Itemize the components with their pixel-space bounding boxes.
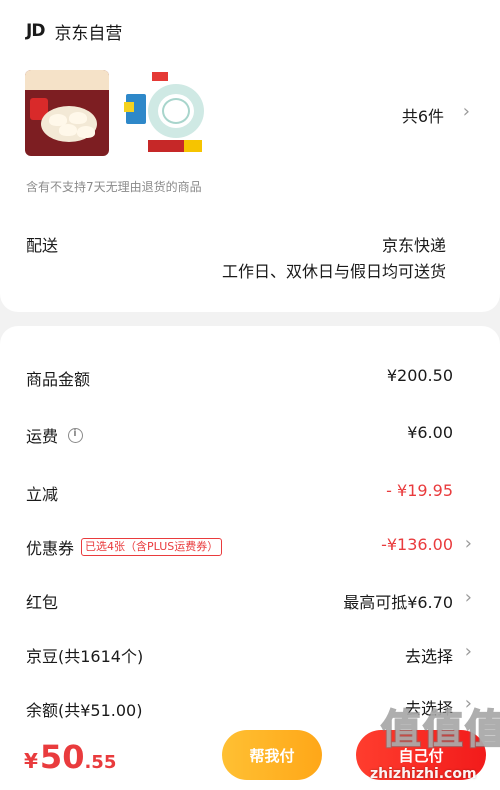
tape-label-accent (184, 140, 202, 152)
help-me-pay-button[interactable]: 帮我付 (222, 730, 322, 780)
dumpling-shape (77, 126, 95, 138)
currency-symbol: ¥ (24, 749, 38, 773)
goods-amount-label-text: 商品金额 (26, 370, 91, 389)
dumpling-shape (59, 124, 77, 136)
tape-roll-core (162, 98, 190, 124)
store-name: 京东自营 (54, 23, 123, 44)
watermark-logo: 值 值 值 (380, 700, 500, 754)
watermark-url: zhizhizhi.com (370, 766, 477, 782)
coupon-selected-tag: 已选4张（含PLUS运费券） (81, 538, 223, 556)
red-packet-label: 红包 (26, 589, 58, 613)
jd-beans-label: 京豆(共1614个) (26, 643, 143, 667)
red-packet-label-text: 红包 (26, 593, 59, 612)
order-items-card: JD 京东自营 共6件 › 含有不支持7天无理由退货的商品 配送 京东快递 工作… (0, 0, 500, 312)
item-count[interactable]: 共6件 (402, 103, 444, 127)
coupon-value[interactable]: -¥136.00 (381, 535, 453, 554)
tape-package-accent (124, 102, 134, 112)
instant-discount-value: - ¥19.95 (386, 481, 453, 500)
instant-discount-label: 立减 (26, 481, 58, 505)
goods-amount-label: 商品金额 (26, 366, 90, 390)
jd-beans-label-text: 京豆(共1614个) (26, 647, 144, 666)
watermark-char: 值 (380, 706, 422, 754)
total-price: ¥ 50 .55 (24, 738, 116, 776)
coupon-row[interactable]: 优惠券 已选4张（含PLUS运费券） (26, 535, 223, 559)
price-integer: 50 (39, 738, 85, 776)
dumpling-banner (25, 70, 109, 90)
return-policy-notice: 含有不支持7天无理由退货的商品 (26, 180, 202, 194)
brand-badge (152, 72, 168, 81)
balance-label-text: 余额(共¥51.00) (26, 701, 143, 720)
jd-beans-value[interactable]: 去选择 (405, 643, 453, 667)
shipping-carrier[interactable]: 京东快递 (382, 232, 446, 256)
product-thumbnail-tape[interactable] (122, 70, 206, 156)
coupon-label: 优惠券 (26, 539, 75, 558)
chevron-right-icon[interactable]: › (463, 101, 470, 122)
info-icon[interactable] (68, 427, 84, 443)
shipping-label: 配送 (26, 236, 59, 255)
jd-logo: JD (26, 21, 45, 41)
shipping-time-note[interactable]: 工作日、双休日与假日均可送货 (222, 258, 446, 282)
balance-label: 余额(共¥51.00) (26, 697, 142, 721)
dumpling-shape (69, 112, 87, 124)
price-summary-card: 商品金额 ¥200.50 运费 ¥6.00 立减 - ¥19.95 优惠券 已选… (0, 326, 500, 746)
chevron-right-icon[interactable]: › (465, 533, 472, 554)
instant-discount-label-text: 立减 (26, 485, 59, 504)
red-packet-value[interactable]: 最高可抵¥6.70 (343, 589, 453, 613)
freight-value: ¥6.00 (407, 423, 453, 442)
chevron-right-icon[interactable]: › (465, 641, 472, 662)
store-header: JD 京东自营 (26, 18, 122, 44)
freight-label-text: 运费 (26, 427, 59, 446)
watermark-char: 值 (464, 706, 500, 754)
price-decimal: .55 (84, 752, 117, 773)
watermark-char: 值 (422, 706, 464, 754)
freight-label: 运费 (26, 423, 84, 447)
product-thumbnail-dumplings[interactable] (25, 70, 109, 156)
chevron-right-icon[interactable]: › (465, 587, 472, 608)
goods-amount-value: ¥200.50 (386, 366, 453, 385)
